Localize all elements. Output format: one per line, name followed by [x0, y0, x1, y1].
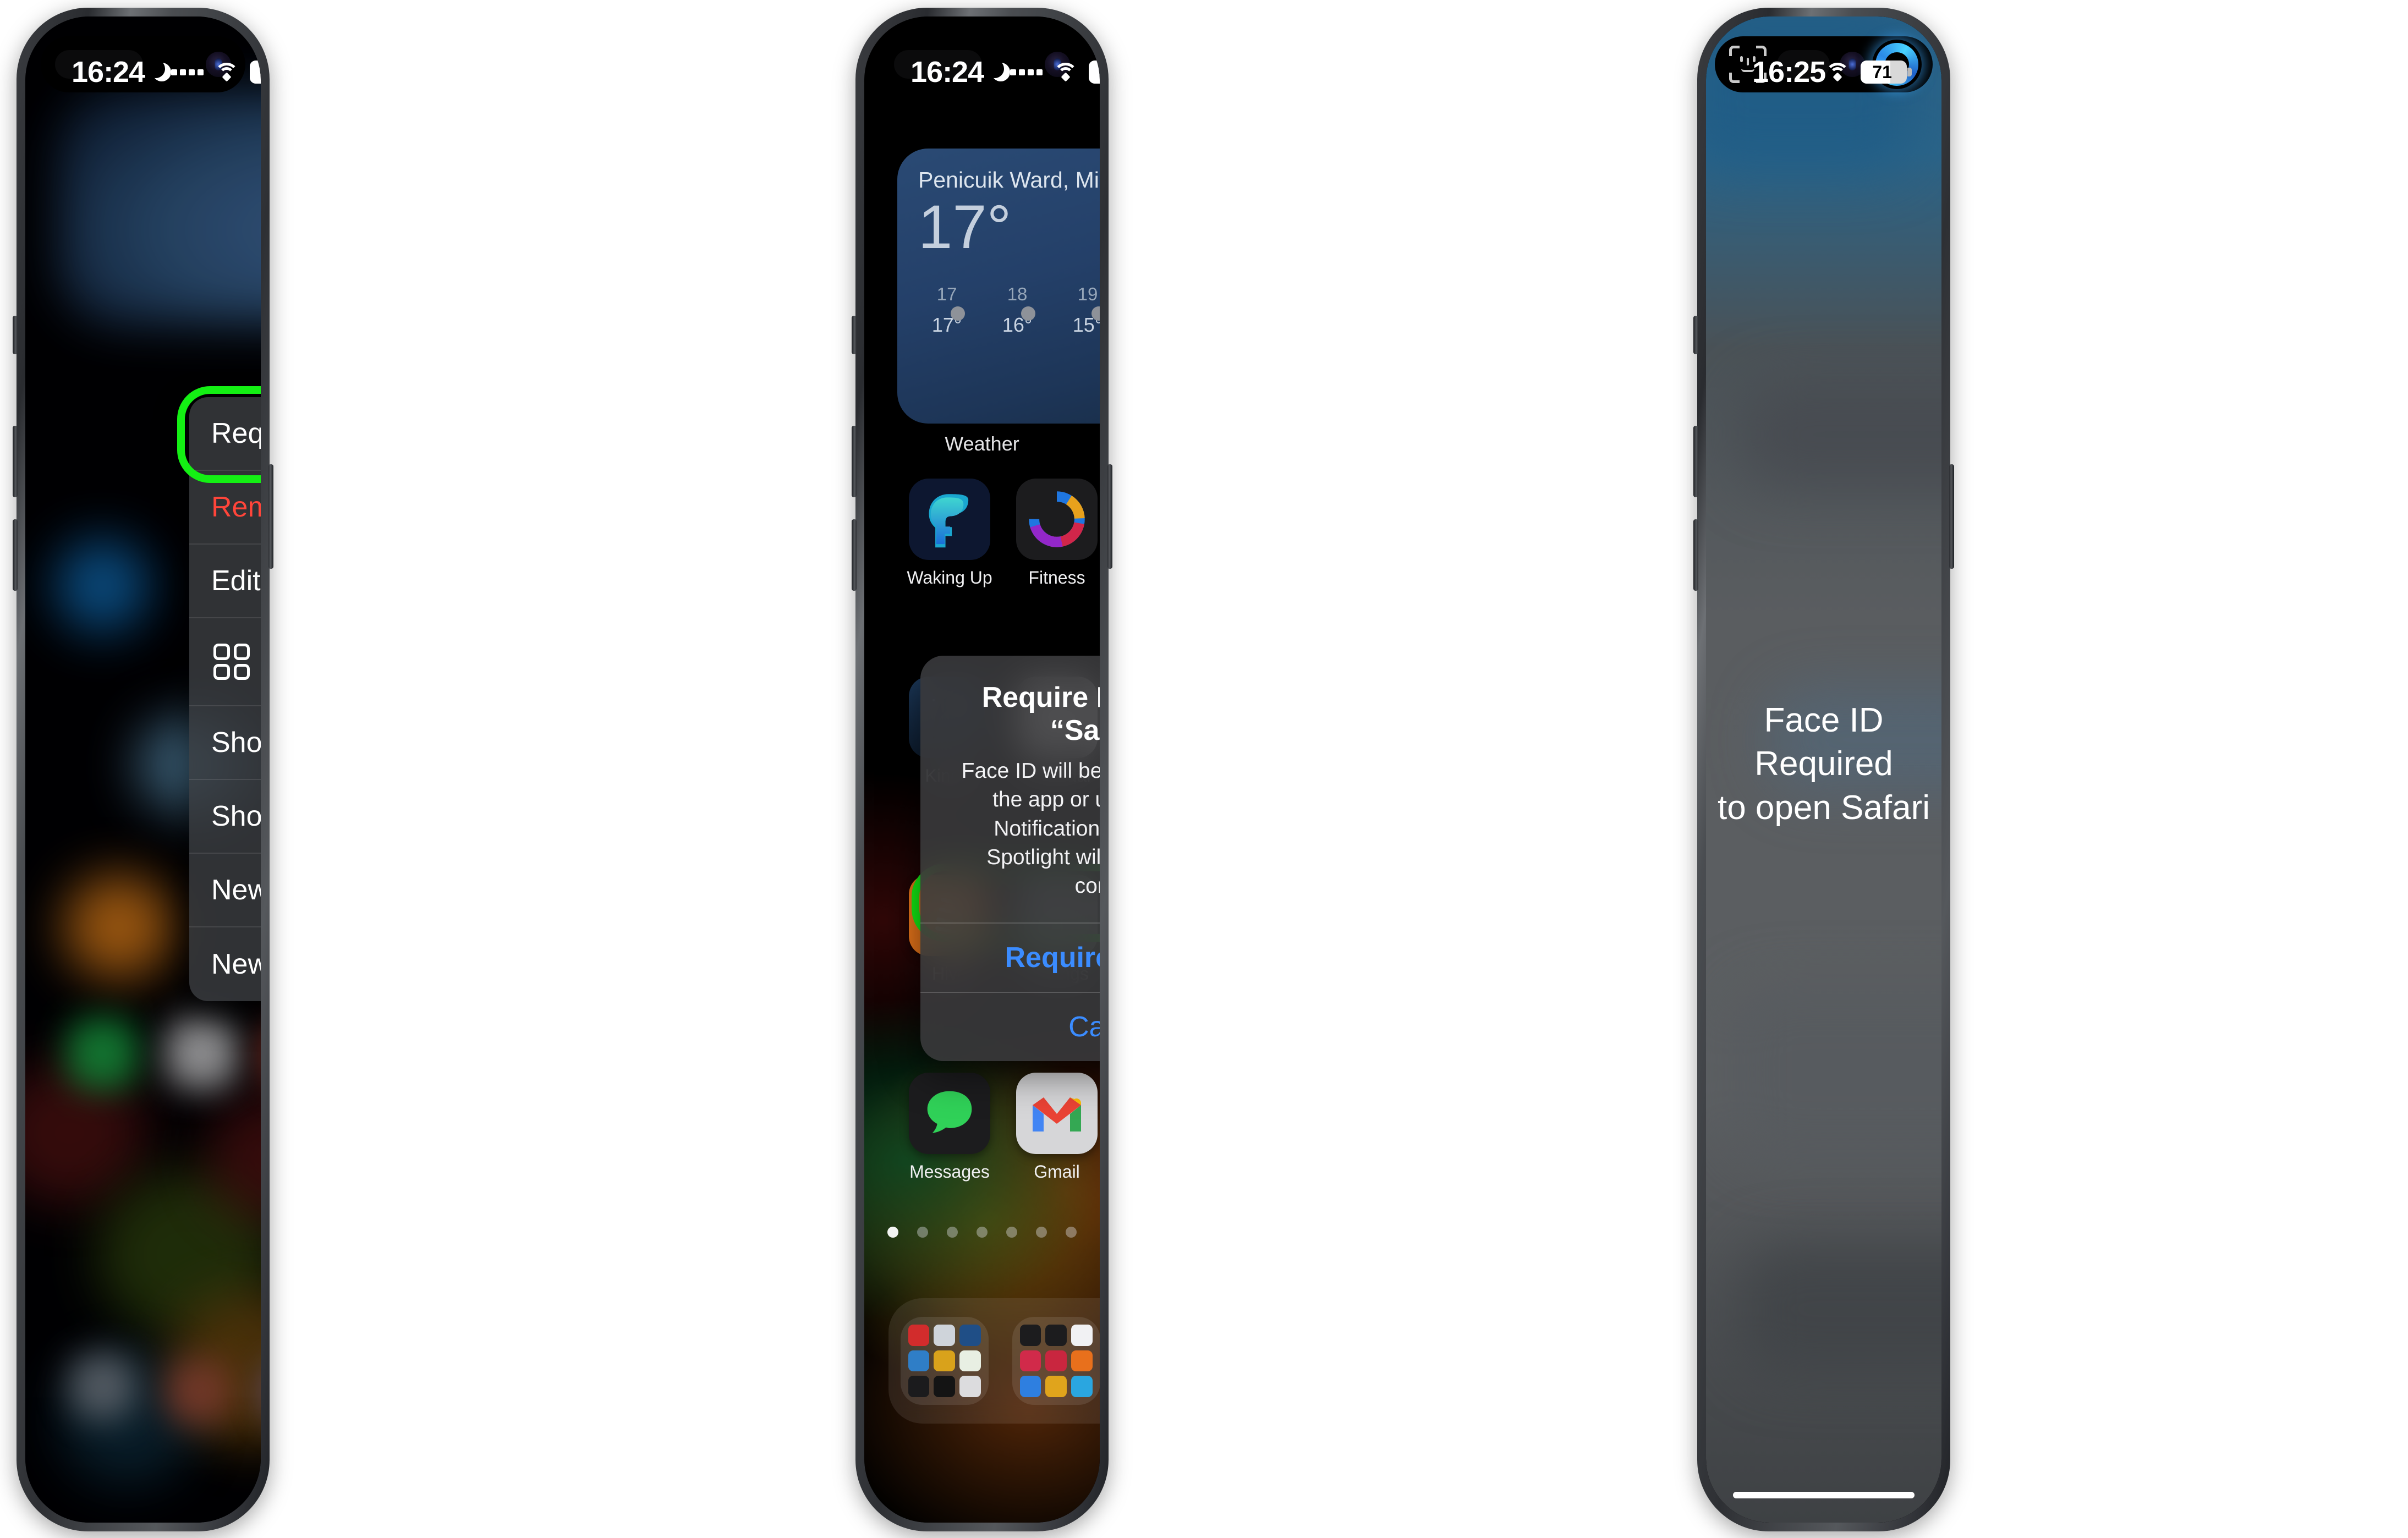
app-label: Messages — [909, 1162, 990, 1182]
message-line-1: Face ID Required — [1754, 701, 1893, 783]
dock — [888, 1298, 1100, 1424]
app-label: Waking Up — [907, 568, 992, 587]
page-dot[interactable] — [1036, 1227, 1047, 1238]
page-indicator-dots[interactable] — [887, 1227, 1077, 1238]
mute-switch[interactable] — [852, 316, 857, 354]
volume-down-button[interactable] — [13, 519, 18, 591]
alert-message: Face ID will be required to open the app… — [961, 759, 1100, 898]
blur-shape — [1739, 1243, 1941, 1375]
face-id-icon — [1729, 46, 1767, 83]
alert-cancel-button[interactable]: Cancel — [920, 993, 1100, 1061]
app-icon-fitness[interactable]: Fitness — [999, 479, 1100, 588]
siri-ring-icon — [1875, 43, 1918, 86]
volume-up-button[interactable] — [13, 426, 18, 497]
page-dot[interactable] — [887, 1227, 898, 1238]
island-pill — [894, 50, 982, 79]
waking-up-icon — [909, 479, 990, 560]
weather-hour-cell: 19 15° — [1072, 284, 1100, 336]
blur-shape — [1728, 985, 1941, 1161]
weather-location: Penicuik Ward, Midlothian — [918, 167, 1100, 193]
app-label: Fitness — [1028, 568, 1085, 587]
phone-3-screen-container: Face ID Required to open Safari 16:25 71 — [1706, 17, 1941, 1523]
front-camera-icon — [1045, 52, 1070, 77]
dynamic-island[interactable] — [1715, 36, 1933, 92]
menu-item-label: Edit Home Screen — [211, 565, 261, 597]
dynamic-island[interactable] — [41, 36, 245, 92]
phone-1-home-screen-blurred: Require Face ID Remove App Edit Home Scr… — [25, 17, 261, 1523]
alert-confirm-button[interactable]: Require Face ID — [920, 924, 1100, 992]
screenshot-canvas: Require Face ID Remove App Edit Home Scr… — [0, 0, 2408, 1538]
menu-item-remove-app[interactable]: Remove App — [189, 471, 261, 545]
weather-hour-cell: 17 17° — [931, 284, 962, 336]
require-face-id-alert: Require Face ID for “Safari”? Face ID wi… — [920, 656, 1100, 1062]
gmail-icon — [1016, 1073, 1098, 1154]
menu-item-label: Show Bookmarks — [211, 800, 261, 832]
weather-hourly-row: 17 17° 18 16° 19 15° — [918, 284, 1100, 337]
app-icon-waking-up[interactable]: Waking Up — [892, 479, 1007, 588]
menu-item-show-bookmarks[interactable]: Show Bookmarks — [189, 780, 261, 854]
app-icon-messages[interactable]: Messages — [892, 1073, 1007, 1182]
message-line-2: to open Safari — [1717, 788, 1930, 827]
side-power-button[interactable] — [268, 464, 273, 569]
folder-productivity[interactable] — [900, 1317, 989, 1405]
mute-switch[interactable] — [1693, 316, 1698, 354]
side-power-button[interactable] — [1949, 464, 1954, 569]
phone-3-face-id-required-screen: Face ID Required to open Safari 16:25 71 — [1706, 17, 1941, 1523]
app-label: Gmail — [1034, 1162, 1080, 1182]
activity-rings-icon — [1016, 479, 1098, 560]
menu-item-label: New Tab — [211, 948, 261, 980]
side-power-button[interactable] — [1107, 464, 1112, 569]
menu-item-label: New Private Tab — [211, 874, 261, 906]
front-camera-icon — [206, 52, 231, 77]
menu-item-label: Require Face ID — [211, 418, 261, 449]
app-icon-gmail[interactable]: Gmail — [999, 1073, 1100, 1182]
widget-name-label: Weather — [945, 432, 1019, 455]
weather-widget[interactable]: Penicuik Ward, Midlothian 17° Mostly Clo… — [897, 149, 1100, 424]
island-pill — [1776, 50, 1830, 79]
page-dot[interactable] — [1066, 1227, 1077, 1238]
face-id-required-message: Face ID Required to open Safari — [1706, 699, 1941, 830]
volume-up-button[interactable] — [1693, 426, 1698, 497]
weather-current-temp: 17° — [918, 193, 1012, 261]
volume-down-button[interactable] — [1693, 519, 1698, 591]
widget-small-icon[interactable] — [213, 644, 250, 680]
folder-health[interactable] — [1012, 1317, 1100, 1405]
phone-2-screen-container: Penicuik Ward, Midlothian 17° Mostly Clo… — [864, 17, 1100, 1523]
alert-title: Require Face ID for “Safari”? — [981, 682, 1100, 746]
volume-up-button[interactable] — [852, 426, 857, 497]
menu-item-require-face-id[interactable]: Require Face ID — [189, 397, 261, 471]
messages-bubble-icon — [909, 1073, 990, 1154]
volume-down-button[interactable] — [852, 519, 857, 591]
blur-shape — [1739, 380, 1941, 490]
menu-item-edit-home-screen[interactable]: Edit Home Screen — [189, 545, 261, 618]
phone-2-frame: Penicuik Ward, Midlothian 17° Mostly Clo… — [852, 8, 1112, 1531]
menu-item-new-tab[interactable]: New Tab — [189, 927, 261, 1001]
phone-1-screen-container: Require Face ID Remove App Edit Home Scr… — [25, 17, 261, 1523]
page-dot[interactable] — [1006, 1227, 1017, 1238]
phone-2-home-screen: Penicuik Ward, Midlothian 17° Mostly Clo… — [864, 17, 1100, 1523]
dynamic-island[interactable] — [880, 36, 1084, 92]
island-pill — [55, 50, 143, 79]
widget-size-picker[interactable] — [189, 618, 261, 706]
page-dot[interactable] — [977, 1227, 988, 1238]
page-dot[interactable] — [947, 1227, 958, 1238]
mute-switch[interactable] — [13, 316, 18, 354]
phone-1-frame: Require Face ID Remove App Edit Home Scr… — [13, 8, 273, 1531]
menu-item-show-reading-list[interactable]: Show Reading List — [189, 706, 261, 780]
phone-3-frame: Face ID Required to open Safari 16:25 71 — [1693, 8, 1954, 1531]
weather-hour-cell: 18 16° — [1002, 284, 1033, 336]
page-dot[interactable] — [917, 1227, 928, 1238]
app-context-menu[interactable]: Require Face ID Remove App Edit Home Scr… — [189, 397, 261, 1001]
menu-item-new-private-tab[interactable]: New Private Tab — [189, 854, 261, 927]
front-camera-icon — [1840, 52, 1866, 77]
menu-item-label: Remove App — [211, 491, 261, 523]
menu-item-label: Show Reading List — [211, 727, 261, 759]
home-indicator-bar[interactable] — [1733, 1492, 1915, 1498]
